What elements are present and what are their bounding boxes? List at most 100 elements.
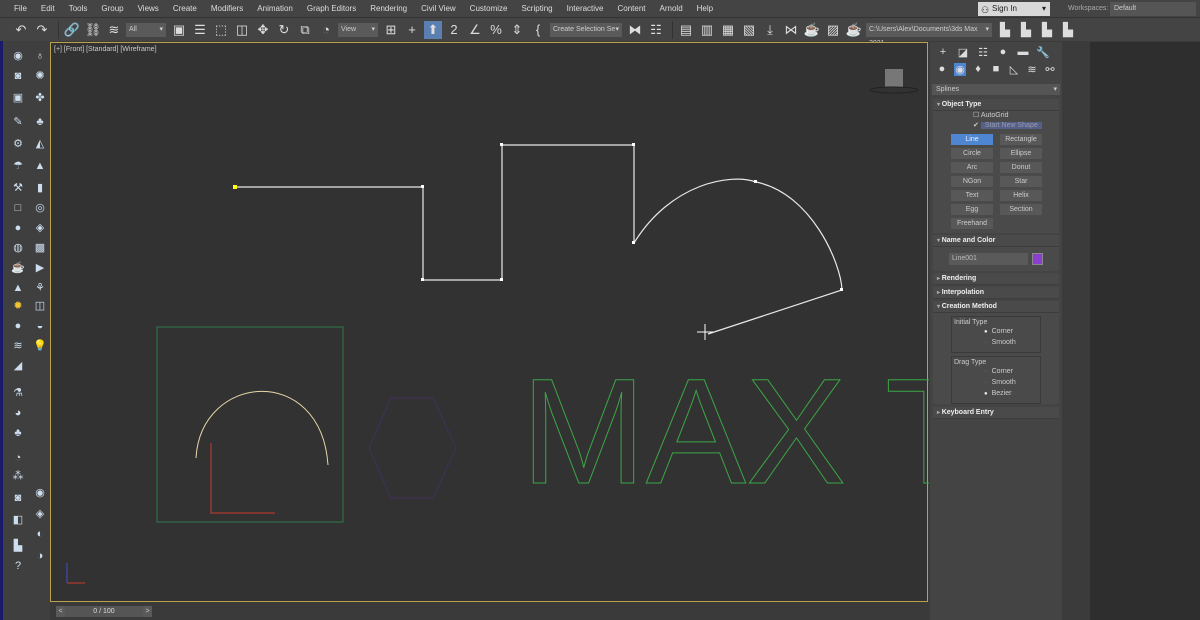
redo-icon[interactable]: ↷ [33,21,51,39]
tool-icon[interactable]: ☕ [11,261,25,275]
tool-icon[interactable]: ◭ [33,137,47,151]
tool-icon[interactable]: ▙ [11,539,25,553]
project-path-dropdown[interactable]: C:\Users\Alex\Documents\3ds Max 2021 [866,22,992,47]
scene-canvas[interactable]: MAX T [51,43,929,603]
placement-icon[interactable]: ◔ [317,21,335,39]
rotate-icon[interactable]: ↻ [275,21,293,39]
shapes-icon[interactable]: ◉ [954,63,966,76]
undo-icon[interactable]: ↶ [12,21,30,39]
tool-icon[interactable]: ⚙ [11,137,25,151]
vertex[interactable] [421,278,424,281]
snaps-toggle-icon[interactable]: 2 [445,21,463,39]
vertex[interactable] [500,278,503,281]
schematic-view-icon[interactable]: ⤓ [761,21,779,39]
menu-help[interactable]: Help [697,4,713,13]
material-editor-icon[interactable]: ⋈ [782,21,800,39]
project-icon-2[interactable]: ▙ [1017,21,1035,39]
object-type-header[interactable]: Object Type [933,99,1059,111]
tool-icon[interactable]: 💡 [33,339,47,353]
bind-space-warp-icon[interactable]: ≋ [105,21,123,39]
render-setup-icon[interactable]: ☕ [803,21,821,39]
ngon-shape[interactable] [368,397,457,499]
tool-icon[interactable]: ✤ [33,91,47,105]
menu-scripting[interactable]: Scripting [521,4,552,13]
tool-icon[interactable]: ♁ [33,49,47,63]
tool-icon[interactable]: ▲ [33,159,47,173]
project-icon-4[interactable]: ▙ [1059,21,1077,39]
name-and-color-header[interactable]: Name and Color [933,235,1059,247]
reference-coord-dropdown[interactable]: View [338,22,378,37]
viewcube[interactable] [869,69,919,94]
pivot-icon[interactable]: ⊞ [382,21,400,39]
tool-icon[interactable]: ◈ [33,507,47,521]
window-crossing-icon[interactable]: ◫ [233,21,251,39]
next-frame-button[interactable]: > [143,606,152,617]
help-icon[interactable]: ? [11,559,25,573]
star-button[interactable]: Star [1000,176,1042,187]
drag-corner-radio[interactable]: Corner [952,366,1040,377]
select-by-name-icon[interactable]: ☰ [191,21,209,39]
tool-icon[interactable]: ♣ [11,426,25,440]
tool-icon[interactable]: ◙ [11,491,25,505]
tool-icon[interactable]: ⚗ [11,386,25,400]
rect-selection-icon[interactable]: ⬚ [212,21,230,39]
systems-icon[interactable]: ⚯ [1044,63,1056,76]
tool-icon[interactable]: ◕ [11,406,25,420]
create-tab-icon[interactable]: + [936,46,950,59]
scale-icon[interactable]: ⧉ [296,21,314,39]
menu-views[interactable]: Views [138,4,159,13]
angle-snap-icon[interactable]: ∠ [466,21,484,39]
menu-interactive[interactable]: Interactive [567,4,604,13]
unlink-icon[interactable]: ⛓ [84,21,102,39]
menu-arnold[interactable]: Arnold [660,4,683,13]
tool-icon[interactable]: ● [11,221,25,235]
menu-customize[interactable]: Customize [470,4,508,13]
move-icon[interactable]: ✥ [254,21,272,39]
tool-icon[interactable]: ⁂ [11,469,25,483]
first-vertex[interactable] [233,185,237,189]
curve-editor-icon[interactable]: ▧ [740,21,758,39]
spinner-snap-icon[interactable]: ⇕ [508,21,526,39]
project-icon-1[interactable]: ▙ [996,21,1014,39]
named-selection-dropdown[interactable]: Create Selection Se [550,22,622,37]
tool-icon[interactable]: ◉ [33,486,47,500]
link-icon[interactable]: 🔗 [63,21,81,39]
initial-corner-radio[interactable]: Corner [952,326,1040,337]
helpers-icon[interactable]: ◺ [1008,63,1020,76]
cameras-icon[interactable]: ■ [990,63,1002,76]
menu-graph-editors[interactable]: Graph Editors [307,4,356,13]
rectangle-shape[interactable] [156,326,344,523]
ribbon-icon[interactable]: ▦ [719,21,737,39]
tool-icon[interactable]: ▶ [33,261,47,275]
tool-icon[interactable]: ◫ [33,299,47,313]
keyboard-entry-header[interactable]: Keyboard Entry [933,407,1059,419]
frame-slider[interactable]: 0 / 100 [65,606,143,617]
drag-bezier-radio[interactable]: Bezier [952,388,1040,399]
tool-icon[interactable]: ▲ [11,281,25,295]
vertex[interactable] [421,185,424,188]
initial-smooth-radio[interactable]: Smooth [952,337,1040,348]
circle-button[interactable]: Circle [951,148,993,159]
tool-icon[interactable]: ◐ [33,527,47,541]
modify-tab-icon[interactable]: ◪ [956,46,970,59]
front-viewport[interactable]: MAX T [+] [Front] [Standard] [Wireframe] [50,42,929,603]
sign-in-dropdown[interactable]: ⚇ Sign In ▾ [978,2,1050,16]
select-manipulate-icon[interactable]: + [403,21,421,39]
start-new-shape-checkbox[interactable]: ✔ Start New Shape [933,121,1059,131]
tool-icon[interactable]: ◎ [33,201,47,215]
lights-icon[interactable]: ♦ [972,63,984,76]
vertex[interactable] [632,241,635,244]
tool-icon[interactable]: ◑ [33,549,47,563]
tool-icon[interactable]: ◒ [33,319,47,333]
tool-icon[interactable]: ◧ [11,513,25,527]
line-button[interactable]: Line [951,134,993,145]
helix-button[interactable]: Helix [1000,190,1042,201]
tool-icon[interactable]: ▩ [33,241,47,255]
tool-icon[interactable]: ◈ [33,221,47,235]
space-warps-icon[interactable]: ≋ [1026,63,1038,76]
tool-icon[interactable]: ⚒ [11,181,25,195]
menu-modifiers[interactable]: Modifiers [211,4,243,13]
vertex[interactable] [754,180,757,183]
interpolation-header[interactable]: Interpolation [933,287,1059,299]
hierarchy-tab-icon[interactable]: ☷ [976,46,990,59]
